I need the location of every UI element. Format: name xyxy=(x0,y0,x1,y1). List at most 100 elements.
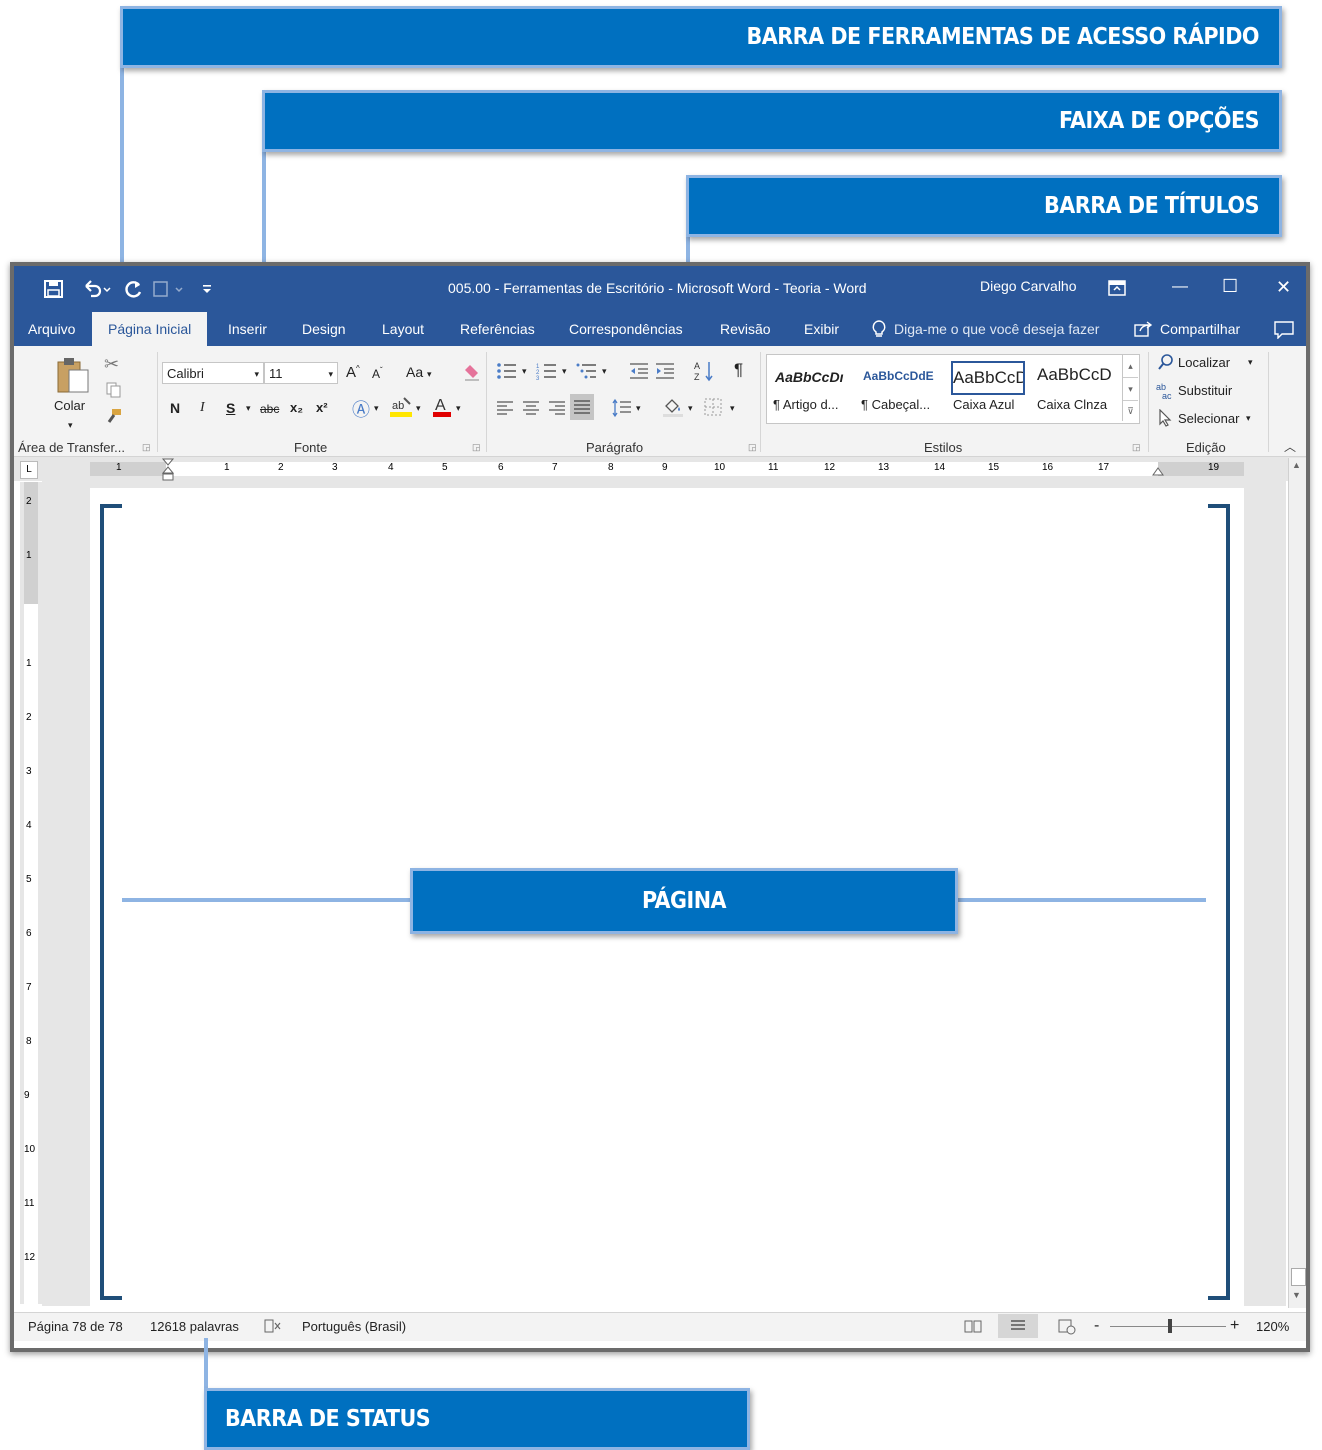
tab-layout[interactable]: Layout xyxy=(382,312,424,346)
sort-icon[interactable]: AZ xyxy=(694,360,714,382)
copy-icon[interactable] xyxy=(106,382,122,398)
numbering-icon[interactable]: 123 xyxy=(536,362,558,380)
replace-icon[interactable]: ab ac xyxy=(1156,382,1176,400)
select-button[interactable]: Selecionar xyxy=(1178,411,1239,426)
style-caixa-azul[interactable]: AaBbCcD Caixa Azul xyxy=(951,359,1033,417)
style-artigo[interactable]: AaBbCcDı ¶ Artigo d... xyxy=(771,359,857,417)
paste-dropdown-icon[interactable]: ▾ xyxy=(68,420,73,431)
chevron-down-icon[interactable]: ▾ xyxy=(688,403,693,414)
chevron-down-icon[interactable]: ▾ xyxy=(562,366,567,377)
align-center-icon[interactable] xyxy=(522,400,540,416)
highlight-color-icon[interactable]: ab xyxy=(390,396,414,418)
style-caixa-cinza[interactable]: AaBbCcD Caixa Clnza xyxy=(1037,359,1121,417)
find-button[interactable]: Localizar xyxy=(1178,355,1230,370)
chevron-down-icon[interactable]: ▾ xyxy=(730,403,735,414)
styles-launcher-icon[interactable]: ◲ xyxy=(1132,442,1141,453)
line-spacing-icon[interactable] xyxy=(612,398,632,418)
strikethrough-button[interactable]: abc xyxy=(260,402,279,416)
text-effects-icon[interactable]: Ⓐ xyxy=(352,396,370,422)
collapse-ribbon-icon[interactable]: ︿ xyxy=(1284,438,1296,455)
read-mode-icon[interactable] xyxy=(964,1319,982,1333)
zoom-in-button[interactable]: + xyxy=(1230,1317,1239,1335)
chevron-down-icon[interactable]: ▾ xyxy=(1248,357,1253,368)
tab-selector-icon[interactable]: L xyxy=(20,461,38,479)
style-cabecalho[interactable]: AaBbCcDdE ¶ Cabeçal... xyxy=(859,359,949,417)
user-name[interactable]: Diego Carvalho xyxy=(980,278,1077,294)
tab-arquivo[interactable]: Arquivo xyxy=(28,312,75,346)
chevron-down-icon[interactable]: ▾ xyxy=(636,403,641,414)
chevron-down-icon[interactable]: ▾ xyxy=(374,403,379,414)
shrink-font-icon[interactable]: Aˇ xyxy=(372,366,383,381)
tab-exibir[interactable]: Exibir xyxy=(804,312,839,346)
align-right-icon[interactable] xyxy=(548,400,566,416)
language-indicator[interactable]: Português (Brasil) xyxy=(302,1319,406,1334)
chevron-down-icon[interactable]: ▾ xyxy=(246,403,251,414)
format-painter-icon[interactable] xyxy=(106,408,122,424)
redo-icon[interactable] xyxy=(122,279,144,299)
clipboard-launcher-icon[interactable]: ◲ xyxy=(142,442,151,453)
align-left-icon[interactable] xyxy=(496,400,514,416)
paste-label[interactable]: Colar xyxy=(54,398,85,413)
save-icon[interactable] xyxy=(44,280,64,298)
tab-revisao[interactable]: Revisão xyxy=(720,312,771,346)
proofing-icon[interactable] xyxy=(264,1319,282,1333)
multilevel-list-icon[interactable] xyxy=(576,362,598,380)
font-launcher-icon[interactable]: ◲ xyxy=(472,442,481,453)
select-icon[interactable] xyxy=(1158,409,1172,427)
font-name-dropdown[interactable]: Calibri ▾ xyxy=(162,362,264,384)
change-case-button[interactable]: Aa ▾ xyxy=(406,364,432,380)
chevron-down-icon[interactable]: ▾ xyxy=(602,366,607,377)
paragraph-launcher-icon[interactable]: ◲ xyxy=(748,442,757,453)
paste-icon[interactable] xyxy=(56,356,90,394)
print-layout-icon[interactable] xyxy=(998,1314,1038,1338)
page-count[interactable]: Página 78 de 78 xyxy=(28,1319,123,1334)
superscript-button[interactable]: x² xyxy=(316,400,328,415)
zoom-slider-thumb[interactable] xyxy=(1168,1319,1172,1333)
show-formatting-marks-button[interactable]: ¶ xyxy=(734,360,743,380)
increase-indent-icon[interactable] xyxy=(654,362,676,380)
font-color-icon[interactable]: A xyxy=(432,394,452,418)
bullets-icon[interactable] xyxy=(496,362,518,380)
left-indent-marker-icon[interactable] xyxy=(162,458,174,482)
vertical-scrollbar[interactable]: ▲ ▼ xyxy=(1288,458,1306,1308)
close-button[interactable]: ✕ xyxy=(1276,277,1291,298)
tab-design[interactable]: Design xyxy=(302,312,346,346)
cut-icon[interactable]: ✂ xyxy=(104,354,119,375)
touch-mode-icon[interactable] xyxy=(152,279,186,299)
zoom-level[interactable]: 120% xyxy=(1256,1319,1289,1334)
shading-icon[interactable] xyxy=(662,396,684,418)
chevron-down-icon[interactable]: ▾ xyxy=(416,403,421,414)
tab-correspondencias[interactable]: Correspondências xyxy=(569,312,683,346)
chevron-down-icon[interactable]: ▾ xyxy=(456,403,461,414)
maximize-button[interactable]: ☐ xyxy=(1222,276,1238,297)
tell-me-input[interactable]: Diga-me o que você deseja fazer xyxy=(894,312,1099,346)
web-layout-icon[interactable] xyxy=(1058,1319,1076,1335)
bold-button[interactable]: N xyxy=(170,400,180,416)
replace-button[interactable]: Substituir xyxy=(1178,383,1232,398)
decrease-indent-icon[interactable] xyxy=(628,362,650,380)
chevron-down-icon[interactable]: ▾ xyxy=(522,366,527,377)
tab-pagina-inicial[interactable]: Página Inicial xyxy=(92,312,208,346)
tab-referencias[interactable]: Referências xyxy=(460,312,535,346)
minimize-button[interactable]: — xyxy=(1172,278,1188,296)
customize-qat-icon[interactable] xyxy=(202,284,212,294)
justify-icon[interactable] xyxy=(570,394,594,420)
styles-scroll[interactable]: ▴ ▾ ⊽ xyxy=(1122,355,1138,421)
zoom-out-button[interactable]: - xyxy=(1094,1317,1099,1335)
scroll-up-icon[interactable]: ▲ xyxy=(1292,460,1301,470)
italic-button[interactable]: I xyxy=(200,400,205,416)
undo-icon[interactable] xyxy=(82,279,112,299)
right-indent-marker-icon[interactable] xyxy=(1152,467,1164,477)
share-icon[interactable] xyxy=(1134,321,1154,337)
borders-icon[interactable] xyxy=(704,398,722,416)
word-count[interactable]: 12618 palavras xyxy=(150,1319,239,1334)
share-button[interactable]: Compartilhar xyxy=(1160,312,1240,346)
grow-font-icon[interactable]: A^ xyxy=(346,364,360,381)
scroll-thumb[interactable] xyxy=(1291,1268,1306,1286)
clear-formatting-icon[interactable] xyxy=(462,362,482,382)
underline-button[interactable]: S xyxy=(226,400,235,416)
ribbon-display-options-icon[interactable] xyxy=(1108,280,1126,296)
chevron-down-icon[interactable]: ▾ xyxy=(1246,413,1251,424)
font-size-dropdown[interactable]: 11 ▾ xyxy=(264,362,338,384)
comments-icon[interactable] xyxy=(1274,321,1294,339)
